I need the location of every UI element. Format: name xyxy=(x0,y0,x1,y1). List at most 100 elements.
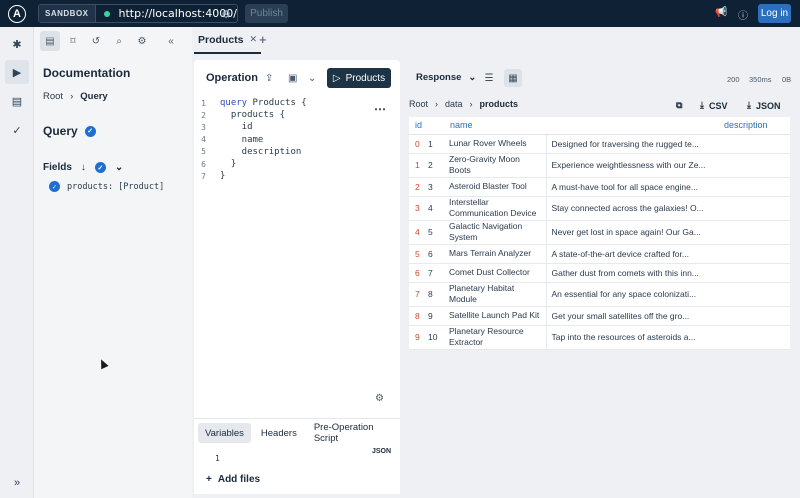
column-header-name[interactable]: name xyxy=(444,117,546,135)
chevron-down-icon[interactable]: ⌄ xyxy=(115,162,123,173)
json-label: JSON xyxy=(755,100,781,111)
add-files-button[interactable]: + Add files xyxy=(206,474,260,485)
select-all-check-icon[interactable]: ✓ xyxy=(94,162,106,173)
tab-pre-operation-script[interactable]: Pre-Operation Script xyxy=(307,422,400,444)
check-circle-icon: ✓ xyxy=(84,125,96,137)
code-editor[interactable]: 1 query Products {2 products {3 id 4 name 5… xyxy=(194,97,400,182)
table-header-row: id name description xyxy=(409,117,790,135)
code-rest: Products { xyxy=(247,98,307,109)
breadcrumb-root[interactable]: Root xyxy=(409,99,428,109)
publish-button[interactable]: Publish xyxy=(245,4,288,23)
row-index: 1 xyxy=(409,153,425,178)
cell-id: 9 xyxy=(425,306,444,326)
login-button[interactable]: Log in xyxy=(758,4,791,23)
code-line[interactable]: 5 description xyxy=(194,146,400,158)
run-button-label: Products xyxy=(345,72,386,84)
table-row[interactable]: 5 6 Mars Terrain Analyzer A state-of-the-ar… xyxy=(409,244,790,264)
search-icon[interactable]: ⌕ xyxy=(109,31,129,51)
code-line[interactable]: 4 name xyxy=(194,134,400,146)
share-icon[interactable]: ⇪ xyxy=(265,73,273,84)
table-row[interactable]: 1 2 Zero-Gravity Moon Boots Experience weig… xyxy=(409,153,790,178)
code-line[interactable]: 2 products { xyxy=(194,109,400,121)
breadcrumb-data[interactable]: data xyxy=(445,99,463,109)
download-csv-button[interactable]: ⤓ CSV xyxy=(700,100,728,111)
table-row[interactable]: 3 4 Interstellar Communication Device Stay … xyxy=(409,196,790,221)
code-line[interactable]: 3 id xyxy=(194,121,400,133)
schema-icon[interactable]: ✱ xyxy=(5,32,29,56)
cell-name: Mars Terrain Analyzer xyxy=(444,244,547,264)
row-index: 0 xyxy=(409,134,425,154)
tab-products[interactable]: Products ✕ xyxy=(194,27,262,54)
table-row[interactable]: 9 10 Planetary Resource Extractor Tap into … xyxy=(409,325,790,350)
history-icon[interactable]: ↺ xyxy=(86,31,106,51)
cell-description: Designed for traversing the rugged te... xyxy=(546,134,790,154)
endpoint-url-box[interactable]: SANDBOX http://localhost:4000/ ⚙ xyxy=(38,4,238,23)
copy-icon[interactable]: ⧉ xyxy=(676,100,682,111)
cell-description: Gather dust from comets with this inn... xyxy=(546,263,790,283)
documentation-panel: ▤ ⌑ ↺ ⌕ ⚙ « Documentation Root › Query Q… xyxy=(34,27,192,498)
line-number: 6 xyxy=(201,159,206,169)
cell-name: Comet Dust Collector xyxy=(444,263,547,283)
cell-name: Satellite Launch Pad Kit xyxy=(444,306,547,326)
operation-header: Operation ⇪ ▣ ⌄ ▷ Products xyxy=(194,60,400,96)
endpoint-url[interactable]: http://localhost:4000/ xyxy=(119,7,237,20)
tab-label: Products xyxy=(198,33,244,46)
reference-icon[interactable]: ▤ xyxy=(5,89,29,113)
chevron-right-icon: › xyxy=(70,91,74,102)
save-icon[interactable]: ▣ xyxy=(288,73,297,84)
table-view-icon[interactable]: ▦ xyxy=(504,69,522,87)
editor-settings-icon[interactable]: ⚙ xyxy=(375,393,384,404)
save-options-chevron-icon[interactable]: ⌄ xyxy=(308,73,316,84)
close-tab-icon[interactable]: ✕ xyxy=(250,34,258,45)
connection-status-dot xyxy=(103,10,110,17)
announcement-icon[interactable]: 📢 xyxy=(715,7,727,18)
table-row[interactable]: 0 1 Lunar Rover Wheels Designed for travers… xyxy=(409,134,790,154)
apollo-logo[interactable]: A xyxy=(0,0,34,27)
cell-description: An essential for any space colonizati... xyxy=(546,282,790,307)
table-row[interactable]: 8 9 Satellite Launch Pad Kit Get your small… xyxy=(409,306,790,326)
list-view-icon[interactable]: ☰ xyxy=(480,69,498,87)
response-size: 0B xyxy=(782,75,792,84)
variables-tabs: Variables Headers Pre-Operation Script xyxy=(194,419,400,447)
breadcrumb-root[interactable]: Root xyxy=(43,91,63,102)
field-check-icon[interactable]: ✓ xyxy=(49,181,60,192)
cell-id: 2 xyxy=(425,153,444,178)
settings-icon[interactable]: ⚙ xyxy=(132,31,152,51)
code-text: description xyxy=(220,147,302,157)
code-line[interactable]: 7} xyxy=(194,170,400,182)
table-row[interactable]: 6 7 Comet Dust Collector Gather dust from c… xyxy=(409,263,790,283)
response-time: 350ms xyxy=(749,75,772,84)
documentation-icon[interactable]: ▤ xyxy=(40,31,60,51)
top-bar: A SANDBOX http://localhost:4000/ ⚙ Publi… xyxy=(0,0,800,27)
explorer-icon[interactable]: ▶ xyxy=(5,60,29,84)
bookmark-icon[interactable]: ⌑ xyxy=(63,31,83,51)
code-rest: name xyxy=(220,134,264,145)
column-header-description[interactable]: description xyxy=(546,117,790,135)
connection-settings-icon[interactable]: ⚙ xyxy=(221,8,231,21)
field-item-products[interactable]: ✓ products: [Product] xyxy=(49,181,164,192)
breadcrumb-products: products xyxy=(479,99,519,109)
download-json-button[interactable]: ⤓ JSON xyxy=(747,100,781,111)
tab-headers[interactable]: Headers xyxy=(254,423,304,443)
expand-nav-icon[interactable]: » xyxy=(5,471,29,495)
code-line[interactable]: 1 query Products { xyxy=(194,97,400,109)
checks-icon[interactable]: ✓ xyxy=(5,118,29,142)
column-header-id[interactable]: id xyxy=(409,117,444,135)
sort-arrow-icon[interactable]: ↓ xyxy=(81,162,86,173)
tab-variables[interactable]: Variables xyxy=(198,423,251,443)
cell-name: Asteroid Blaster Tool xyxy=(444,177,547,197)
table-row[interactable]: 4 5 Galactic Navigation System Never get lo… xyxy=(409,220,790,245)
operation-title: Operation xyxy=(206,72,258,84)
table-row[interactable]: 2 3 Asteroid Blaster Tool A must-have tool … xyxy=(409,177,790,197)
cell-id: 8 xyxy=(425,282,444,307)
cell-id: 7 xyxy=(425,263,444,283)
more-options-icon[interactable]: ⋯ xyxy=(374,102,386,116)
table-row[interactable]: 7 8 Planetary Habitat Module An essential f… xyxy=(409,282,790,307)
code-line[interactable]: 6 } xyxy=(194,158,400,170)
response-selector[interactable]: Response ⌄ xyxy=(416,72,476,83)
run-operation-button[interactable]: ▷ Products xyxy=(327,68,391,88)
cell-name: Lunar Rover Wheels xyxy=(444,134,547,154)
collapse-panel-icon[interactable]: « xyxy=(161,31,181,51)
help-icon[interactable]: ⓘ xyxy=(738,7,748,22)
new-tab-icon[interactable]: + xyxy=(259,32,267,47)
